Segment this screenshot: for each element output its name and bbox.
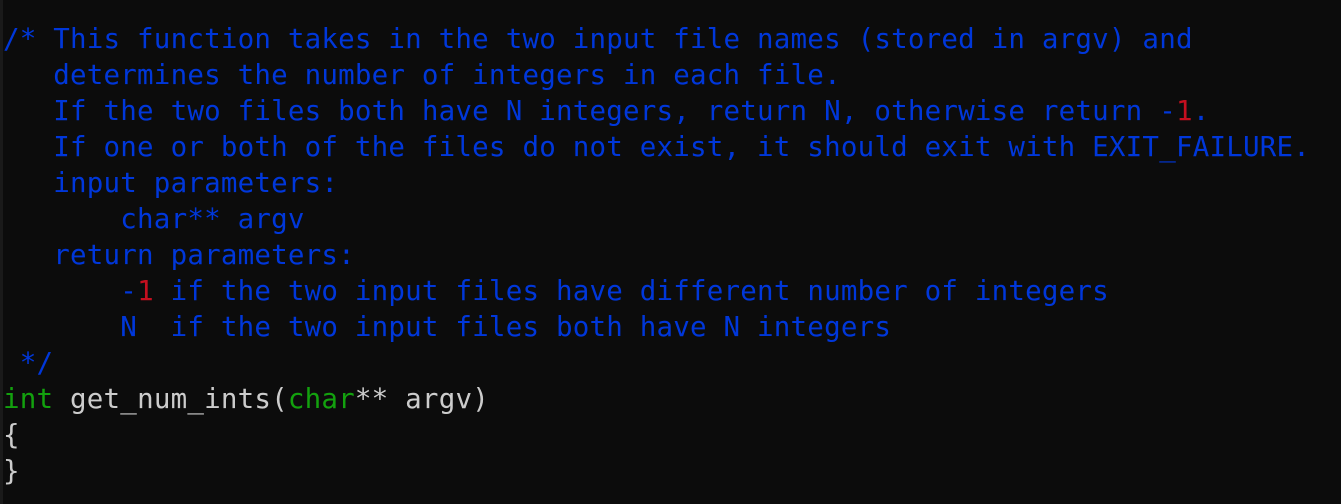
code-token: get_num_ints( [53,383,288,415]
comment-token: determines the number of integers in eac… [3,59,841,91]
comment-token: input parameters: [3,167,339,199]
comment-token: If one or both of the files do not exist… [3,131,1310,163]
comment-token: N if the two input files both have N int… [3,311,892,343]
comment-token: If the two files both have N integers, r… [3,95,1176,127]
comment-token: - [3,275,138,307]
number-token: 1 [1175,95,1193,127]
comment-token: char** argv [3,203,305,235]
code-line[interactable]: int get_num_ints(char** argv) [3,381,1310,417]
code-line[interactable]: */ [3,345,1310,381]
comment-token: */ [3,347,54,379]
code-token: } [3,455,20,487]
code-line[interactable]: determines the number of integers in eac… [3,57,1310,93]
code-line[interactable]: N if the two input files both have N int… [3,309,1310,345]
code-line[interactable]: -1 if the two input files have different… [3,273,1310,309]
keyword-token: char [287,383,355,415]
code-editor[interactable]: /* This function takes in the two input … [3,21,1310,489]
code-line[interactable]: char** argv [3,201,1310,237]
code-line[interactable]: } [3,453,1310,489]
code-line[interactable]: input parameters: [3,165,1310,201]
code-line[interactable]: /* This function takes in the two input … [3,21,1310,57]
code-line[interactable]: If the two files both have N integers, r… [3,93,1310,129]
comment-token: return parameters: [3,239,355,271]
code-token: ** argv) [354,383,489,415]
code-token: { [3,419,20,451]
comment-token: . [1192,95,1210,127]
code-line[interactable]: return parameters: [3,237,1310,273]
comment-token: if the two input files have different nu… [153,275,1109,307]
code-line[interactable]: { [3,417,1310,453]
comment-token: /* This function takes in the two input … [3,23,1193,55]
code-line[interactable]: If one or both of the files do not exist… [3,129,1310,165]
keyword-token: int [3,383,54,415]
number-token: 1 [137,275,154,307]
